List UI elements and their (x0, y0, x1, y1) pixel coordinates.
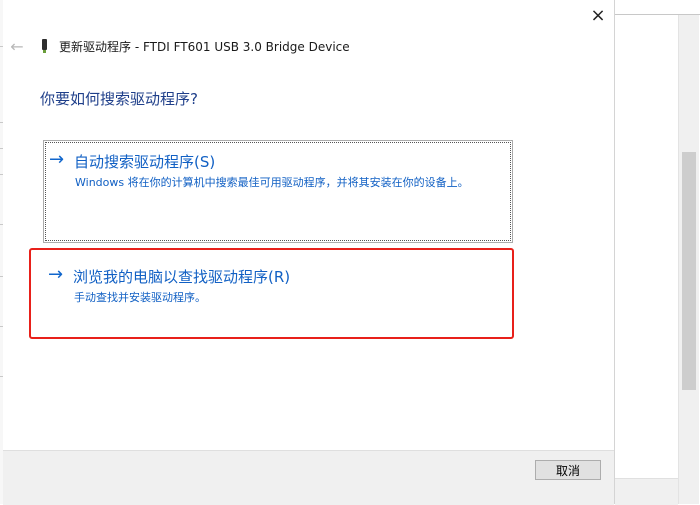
usb-device-icon (41, 39, 48, 53)
red-highlight-box (29, 248, 514, 339)
close-button[interactable]: × (585, 4, 611, 26)
close-icon: × (590, 4, 606, 26)
background-window-footer (615, 478, 678, 505)
option-title: 自动搜索驱动程序(S) (74, 153, 216, 171)
dialog-footer: 取消 (3, 450, 614, 505)
background-scrollbar[interactable] (678, 15, 699, 504)
dialog-title: 更新驱动程序 - FTDI FT601 USB 3.0 Bridge Devic… (59, 40, 350, 54)
arrow-right-icon: → (49, 149, 65, 170)
cancel-button[interactable]: 取消 (535, 460, 601, 480)
page-heading: 你要如何搜索驱动程序? (40, 90, 198, 108)
update-driver-dialog: × ← 更新驱动程序 - FTDI FT601 USB 3.0 Bridge D… (3, 0, 615, 505)
background-scrollbar-thumb[interactable] (682, 152, 696, 390)
option-description: Windows 将在你的计算机中搜索最佳可用驱动程序，并将其安装在你的设备上。 (75, 176, 469, 189)
back-arrow-icon: ← (10, 36, 24, 56)
back-button[interactable]: ← (7, 36, 27, 56)
option-search-automatically[interactable]: → 自动搜索驱动程序(S) Windows 将在你的计算机中搜索最佳可用驱动程序… (43, 140, 513, 243)
